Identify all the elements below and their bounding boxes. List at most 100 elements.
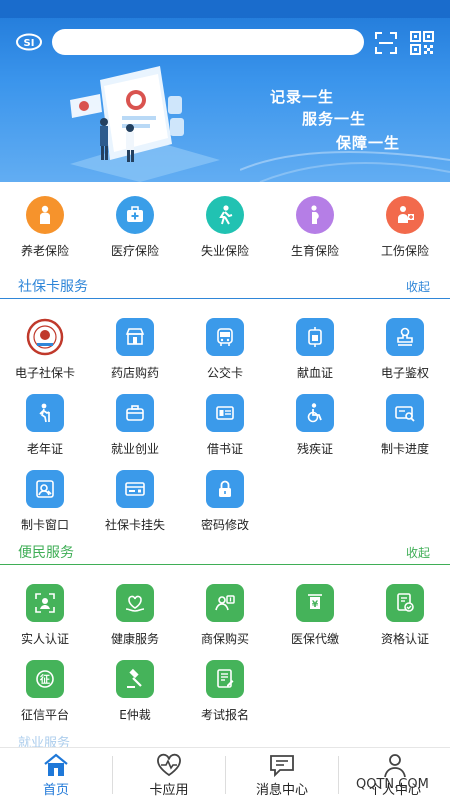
insurance-label: 养老保险	[20, 244, 69, 258]
section-title: 社保卡服务	[18, 279, 88, 295]
pregnant-person-icon	[296, 196, 334, 234]
service-employment[interactable]: 就业创业	[90, 394, 180, 457]
service-card-progress[interactable]: 制卡进度	[360, 394, 450, 457]
medical-kit-icon	[116, 196, 154, 234]
service-label: 就业创业	[110, 442, 159, 456]
service-label: 健康服务	[110, 632, 159, 646]
service-card-window[interactable]: 制卡窗口	[0, 470, 90, 533]
header-banner: SI 记录一生 服务一生 保障一生	[0, 0, 450, 182]
insurance-label: 工伤保险	[380, 244, 429, 258]
service-label: 征信平台	[20, 708, 69, 722]
service-label: 制卡窗口	[20, 518, 69, 532]
svg-text:¥: ¥	[312, 600, 319, 610]
service-label: 电子社保卡	[14, 366, 75, 380]
commercial-insurance-icon	[206, 584, 244, 622]
wheelchair-icon	[296, 394, 334, 432]
slogan-line-1: 记录一生	[270, 88, 335, 106]
insurance-item-work-injury[interactable]: 工伤保险	[360, 196, 450, 259]
svg-text:SI: SI	[24, 38, 35, 49]
message-icon	[270, 755, 294, 778]
tab-label: 卡应用	[149, 783, 189, 798]
exam-form-icon	[206, 660, 244, 698]
stamp-icon	[386, 318, 424, 356]
qr-code-icon[interactable]	[410, 31, 434, 55]
walking-person-icon	[206, 196, 244, 234]
banner-illustration	[70, 66, 220, 182]
service-face-verify[interactable]: 实人认证	[0, 584, 90, 647]
service-bus-card[interactable]: 公交卡	[180, 318, 270, 381]
health-hand-icon	[116, 584, 154, 622]
collapse-toggle[interactable]: 收起	[406, 278, 430, 295]
si-logo-icon[interactable]: SI	[16, 33, 42, 51]
search-input[interactable]	[52, 29, 364, 55]
bottom-tab-bar: 首页 卡应用 消息中心 个人中心	[0, 747, 450, 800]
insurance-item-pension[interactable]: 养老保险	[0, 196, 90, 259]
credit-badge-icon: 征	[26, 660, 64, 698]
insurance-item-unemployment[interactable]: 失业保险	[180, 196, 270, 259]
service-health[interactable]: 健康服务	[90, 584, 180, 647]
status-bar	[0, 0, 450, 18]
service-label: 老年证	[26, 442, 63, 456]
card-search-icon	[386, 394, 424, 432]
section-title: 便民服务	[18, 545, 74, 561]
service-label: E仲裁	[119, 708, 151, 722]
insurance-item-maternity[interactable]: 生育保险	[270, 196, 360, 259]
insurance-label: 失业保险	[200, 244, 249, 258]
service-qualification[interactable]: 资格认证	[360, 584, 450, 647]
insurance-label: 医疗保险	[110, 244, 159, 258]
tab-profile[interactable]: 个人中心	[339, 748, 450, 800]
collapse-toggle[interactable]: 收起	[406, 544, 430, 561]
service-blood-donation[interactable]: 献血证	[270, 318, 360, 381]
pharmacy-store-icon	[116, 318, 154, 356]
ecard-seal-icon	[26, 318, 64, 356]
insurance-item-medical[interactable]: 医疗保险	[90, 196, 180, 259]
service-e-arbitration[interactable]: E仲裁	[90, 660, 180, 723]
service-label: 资格认证	[380, 632, 429, 646]
service-credit-platform[interactable]: 征 征信平台	[0, 660, 90, 723]
slogan-line-3: 保障一生	[336, 134, 401, 152]
service-label: 医保代缴	[290, 632, 339, 646]
section-header-social-card: 社保卡服务 收起	[0, 274, 450, 299]
service-library-card[interactable]: 借书证	[180, 394, 270, 457]
service-card-loss-report[interactable]: 社保卡挂失	[90, 470, 180, 533]
service-commercial-insurance[interactable]: 商保购买	[180, 584, 270, 647]
service-label: 社保卡挂失	[104, 518, 165, 532]
service-ecard[interactable]: 电子社保卡	[0, 318, 90, 381]
tab-messages[interactable]: 消息中心	[226, 748, 338, 800]
service-password-change[interactable]: 密码修改	[180, 470, 270, 533]
service-pharmacy[interactable]: 药店购药	[90, 318, 180, 381]
injured-worker-icon	[386, 196, 424, 234]
service-disability-card[interactable]: 残疾证	[270, 394, 360, 457]
qualification-icon	[386, 584, 424, 622]
service-label: 公交卡	[206, 366, 243, 380]
service-label: 密码修改	[200, 518, 249, 532]
service-label: 实人认证	[20, 632, 69, 646]
service-exam-signup[interactable]: 考试报名	[180, 660, 270, 723]
bus-card-icon	[206, 318, 244, 356]
card-window-icon	[26, 470, 64, 508]
service-e-auth[interactable]: 电子鉴权	[360, 318, 450, 381]
scan-icon[interactable]	[374, 31, 398, 55]
section-divider	[0, 564, 450, 565]
face-verify-icon	[26, 584, 64, 622]
tab-card-apps[interactable]: 卡应用	[113, 748, 225, 800]
service-label: 制卡进度	[380, 442, 429, 456]
blood-bag-icon	[296, 318, 334, 356]
slogan-line-2: 服务一生	[302, 110, 367, 128]
svg-text:征: 征	[40, 673, 50, 686]
medical-pay-icon: ¥	[296, 584, 334, 622]
service-label: 借书证	[206, 442, 243, 456]
tab-label: 消息中心	[255, 783, 308, 798]
service-elder-card[interactable]: 老年证	[0, 394, 90, 457]
book-id-icon	[206, 394, 244, 432]
service-medical-payment[interactable]: ¥ 医保代缴	[270, 584, 360, 647]
tab-label: 首页	[42, 783, 69, 798]
lock-icon	[206, 470, 244, 508]
insurance-label: 生育保险	[290, 244, 339, 258]
elder-walking-icon	[26, 394, 64, 432]
gavel-icon	[116, 660, 154, 698]
heart-pulse-icon	[157, 753, 181, 777]
service-label: 商保购买	[200, 632, 249, 646]
tab-home[interactable]: 首页	[0, 748, 112, 800]
watermark: QQTN.COM	[356, 777, 429, 792]
